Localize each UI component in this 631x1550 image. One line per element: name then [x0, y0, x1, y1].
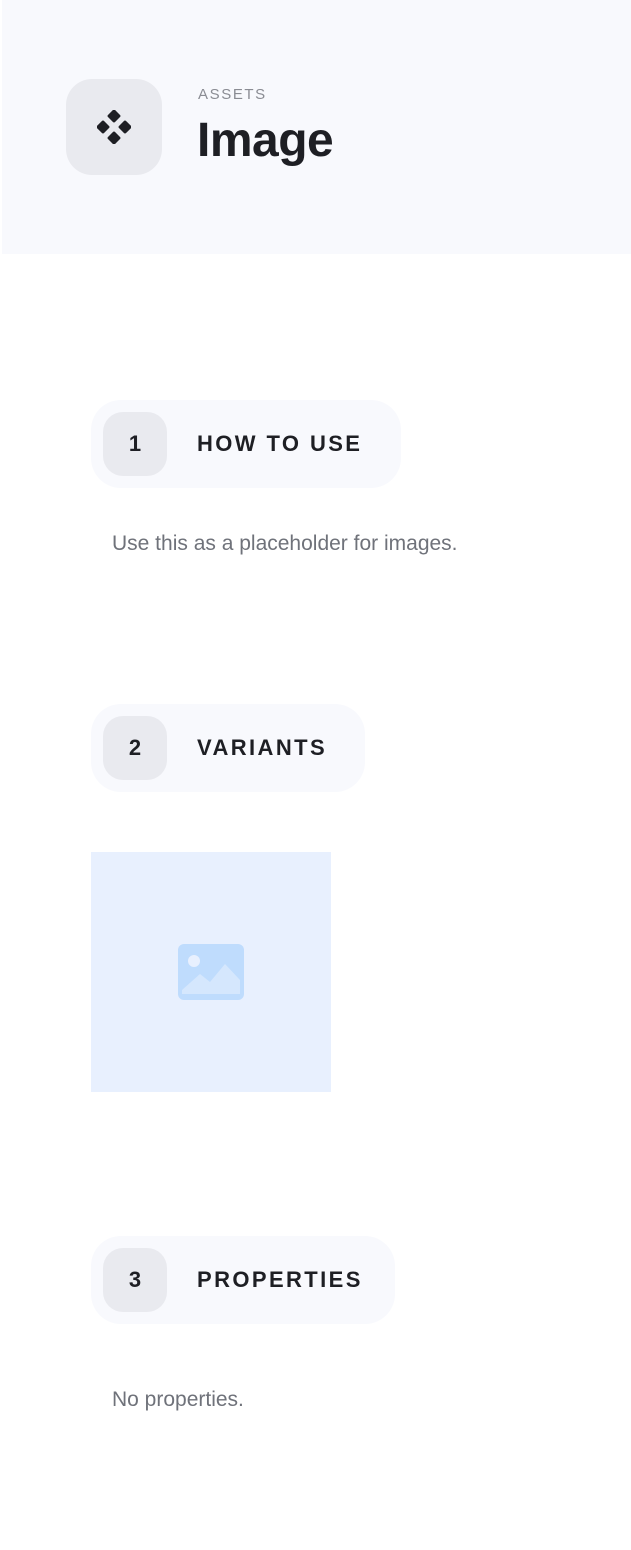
- page-title: Image: [197, 114, 334, 167]
- section-how-to-use: 1 HOW TO USE: [91, 400, 401, 488]
- image-icon: [178, 944, 244, 1000]
- section-number: 1: [103, 412, 167, 476]
- section-label: PROPERTIES: [197, 1267, 363, 1292]
- section-variants: 2 VARIANTS: [91, 704, 365, 792]
- image-placeholder: [91, 852, 331, 1092]
- page-header: ASSETS Image: [2, 0, 631, 254]
- section-label: VARIANTS: [197, 735, 328, 760]
- how-to-use-text: Use this as a placeholder for images.: [112, 532, 458, 555]
- component-diamonds-icon: [97, 110, 131, 144]
- section-number: 2: [103, 716, 167, 780]
- section-properties: 3 PROPERTIES: [91, 1236, 395, 1324]
- section-label: HOW TO USE: [197, 431, 363, 456]
- section-number: 3: [103, 1248, 167, 1312]
- header-overline: ASSETS: [198, 86, 267, 103]
- header-icon-container: [66, 79, 162, 175]
- properties-text: No properties.: [112, 1388, 244, 1411]
